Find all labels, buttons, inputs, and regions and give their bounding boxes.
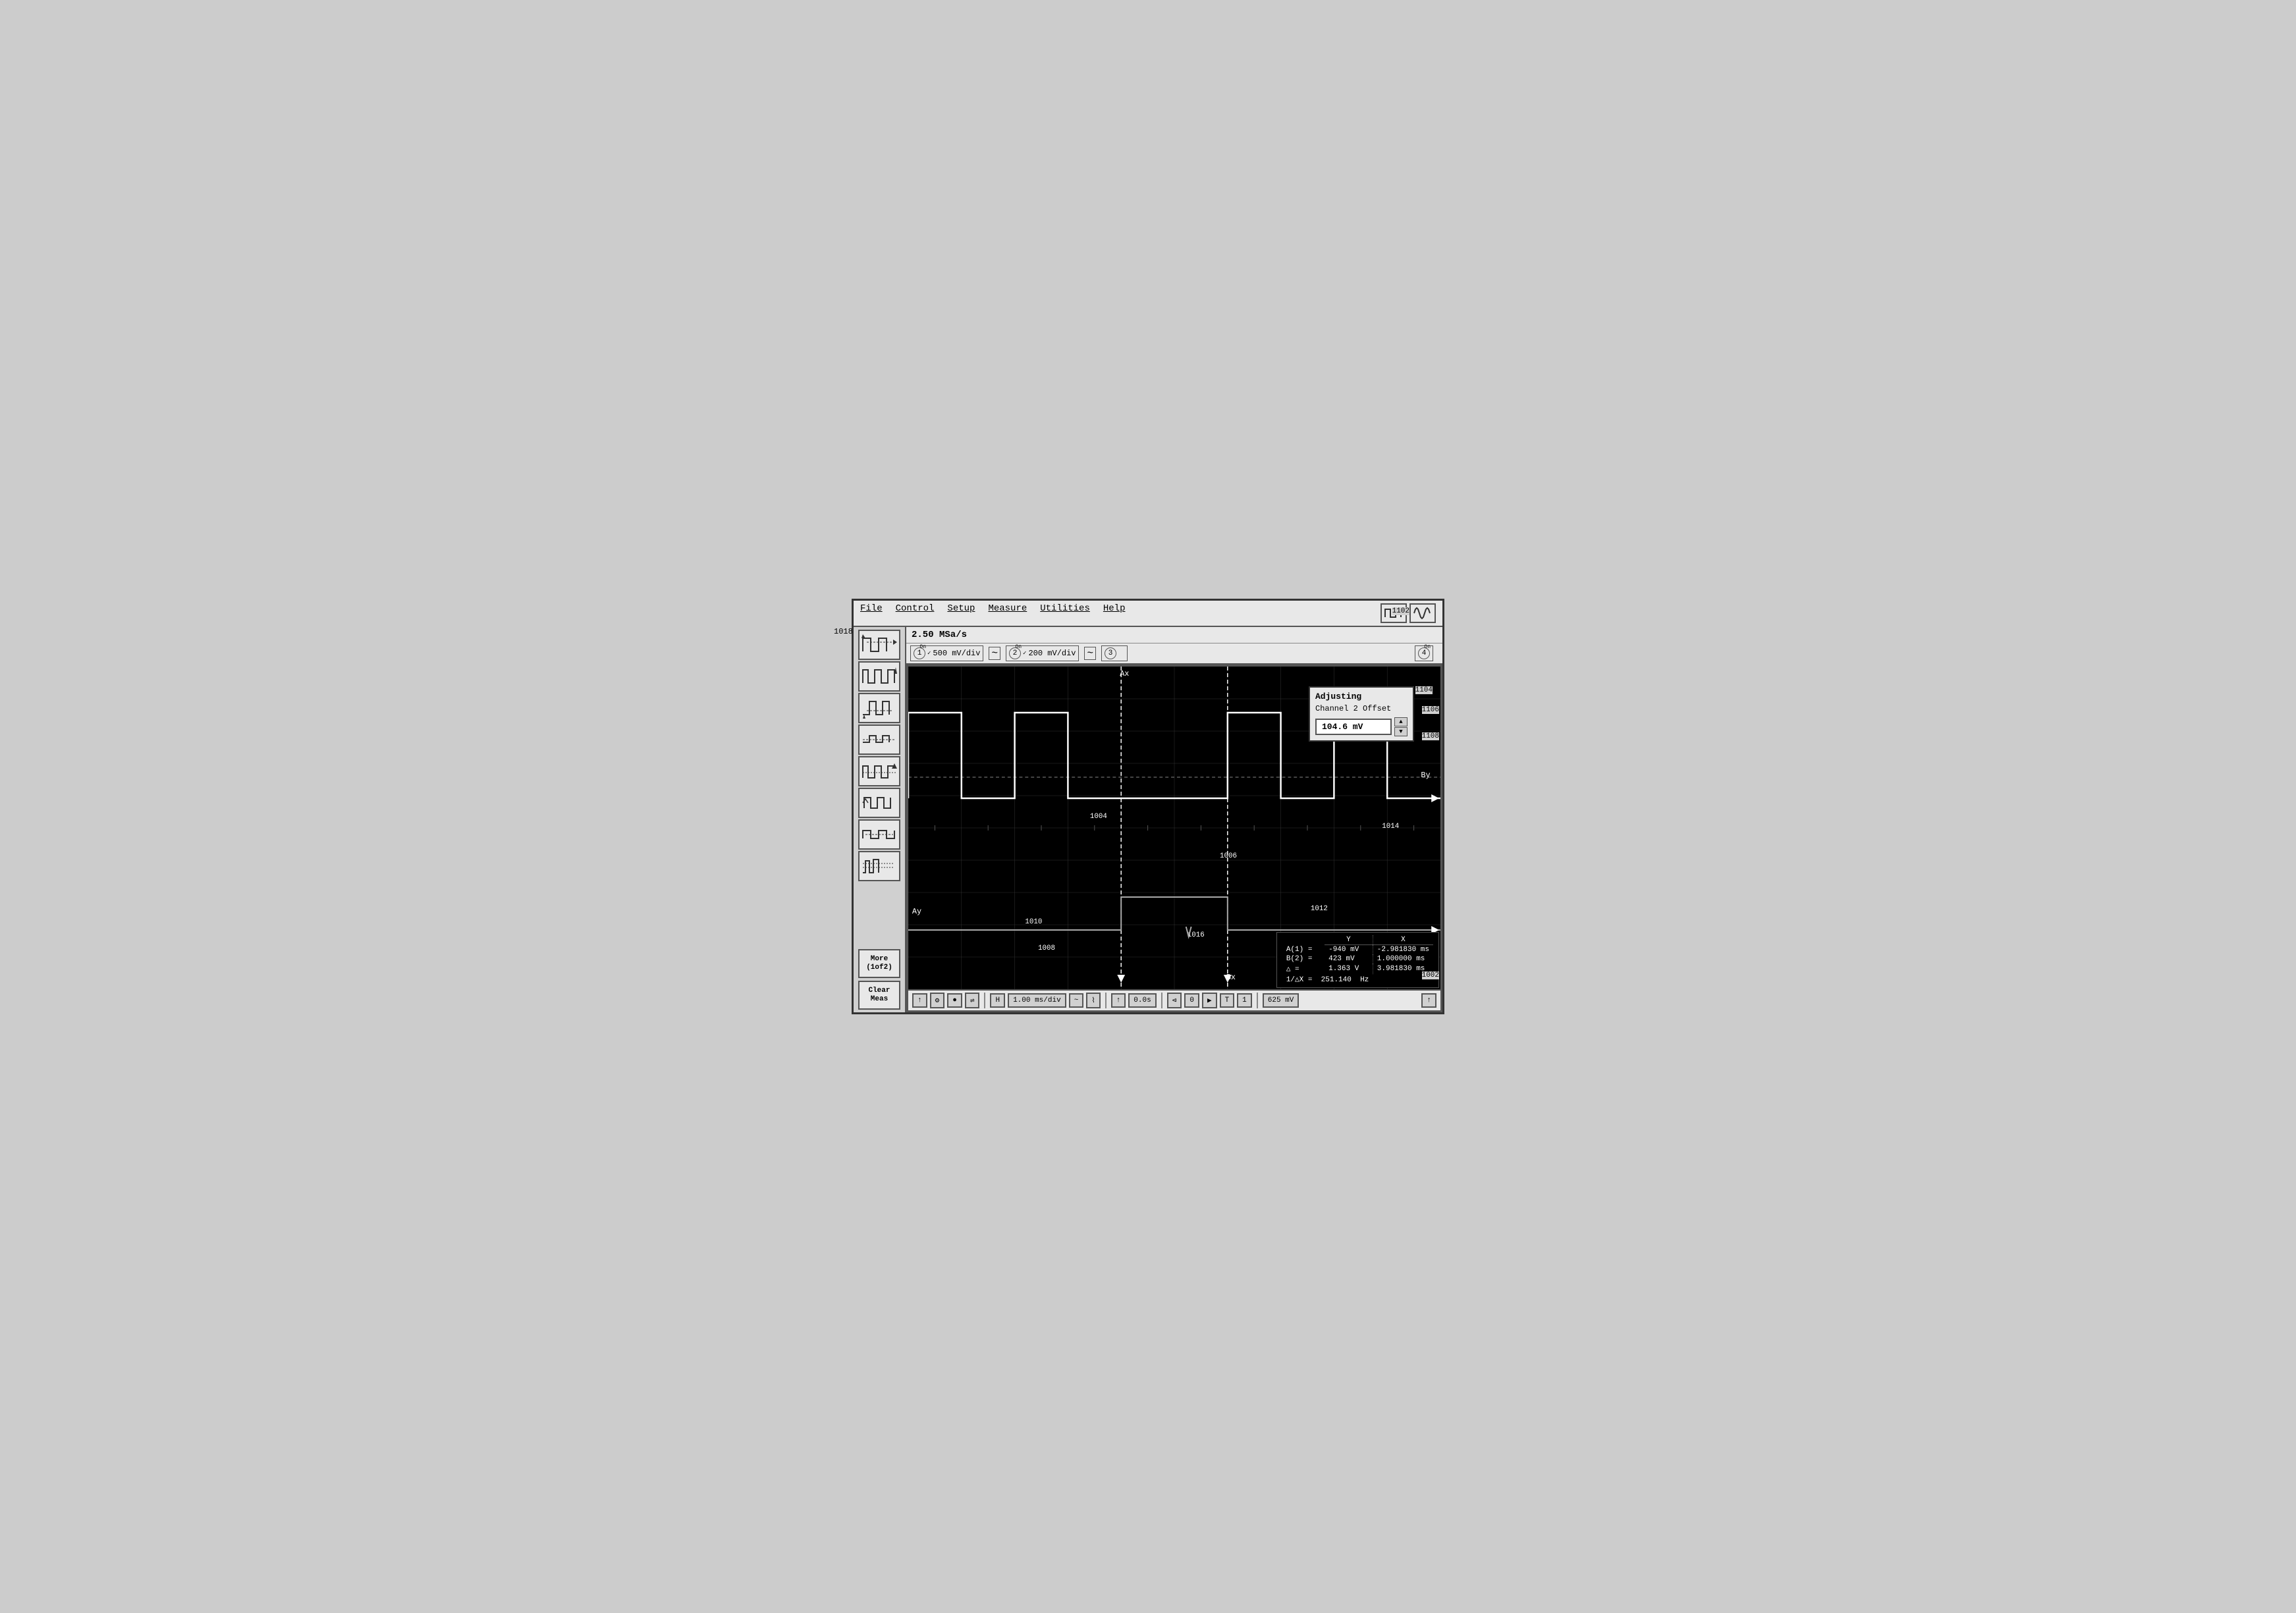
sidebar-waveform-3[interactable]	[858, 693, 900, 723]
meas-a-x: -2.981830 ms	[1373, 945, 1433, 955]
main-content: More (1of2) Clear Meas 2.50 MSa/s 1 On	[854, 627, 1442, 1012]
clear-meas-button[interactable]: Clear Meas	[858, 981, 900, 1010]
meas-table: Y X A(1) = -940 mV -2.981830 ms B(2) = 4…	[1282, 935, 1433, 985]
waveform-sine-icon[interactable]	[1409, 603, 1436, 623]
channel-bar: 1 On ✓ 500 mV/div ~ 2 On ✓ 200 mV/div	[906, 643, 1442, 665]
more-button[interactable]: More (1of2)	[858, 949, 900, 978]
sidebar-waveform-7[interactable]	[858, 819, 900, 850]
toolbar-trigger-button[interactable]: T	[1220, 993, 1235, 1008]
channel-4-control[interactable]: 4 On	[1415, 645, 1433, 661]
adjust-popup: Adjusting Channel 2 Offset 104.6 mV ▲ ▼	[1309, 686, 1414, 742]
meas-header-y: Y	[1325, 935, 1373, 945]
meas-delta-y: 1.363 V	[1325, 964, 1373, 974]
toolbar-replay-button[interactable]: ⇌	[965, 993, 980, 1008]
adjust-value-display: 104.6 mV	[1315, 719, 1392, 735]
ch2-wave-icon[interactable]: ~	[1084, 647, 1096, 660]
channel-3-num: 3	[1105, 647, 1116, 659]
svg-text:1010: 1010	[1025, 918, 1042, 926]
svg-text:1004: 1004	[1090, 813, 1107, 821]
toolbar-up-button[interactable]: ↑	[912, 993, 927, 1008]
menu-file[interactable]: File	[860, 603, 883, 623]
sidebar-waveform-1[interactable]	[858, 630, 900, 660]
channel-2-scale: 200 mV/div	[1028, 649, 1076, 658]
meas-b-label: B(2) =	[1282, 954, 1325, 964]
toolbar-record-button[interactable]: ●	[947, 993, 962, 1008]
svg-text:1006: 1006	[1220, 852, 1237, 860]
toolbar-position-value: 0.0s	[1128, 993, 1156, 1008]
channel-1-scale: 500 mV/div	[933, 649, 980, 658]
menu-help[interactable]: Help	[1103, 603, 1126, 623]
svg-text:1014: 1014	[1382, 823, 1399, 831]
channel-2-control[interactable]: 2 On ✓ 200 mV/div	[1006, 645, 1079, 661]
sample-rate-display: 2.50 MSa/s	[906, 627, 1442, 643]
sidebar-waveform-4[interactable]	[858, 724, 900, 755]
ref-1106: 1106	[1422, 706, 1439, 714]
meas-inv-label: 1/△X = 251.140 Hz	[1282, 974, 1373, 985]
toolbar-separator-3	[1161, 993, 1162, 1008]
menu-utilities[interactable]: Utilities	[1040, 603, 1090, 623]
bottom-toolbar: ↑ ⚙ ● ⇌ H 1.00 ms/div ~ ⌇ ↑ 0	[908, 989, 1440, 1010]
meas-header-x: X	[1373, 935, 1433, 945]
svg-text:1008: 1008	[1038, 944, 1055, 952]
sidebar: More (1of2) Clear Meas	[854, 627, 906, 1012]
menu-measure[interactable]: Measure	[988, 603, 1027, 623]
measurement-readout: Y X A(1) = -940 mV -2.981830 ms B(2) = 4…	[1276, 932, 1439, 988]
menu-setup[interactable]: Setup	[947, 603, 975, 623]
toolbar-trigger-1-button[interactable]: 1	[1237, 993, 1252, 1008]
adjust-popup-title: Adjusting	[1315, 692, 1408, 701]
toolbar-coupling-ac-button[interactable]: ~	[1069, 993, 1084, 1008]
ref-1102: 1102	[1392, 607, 1409, 615]
adjust-down-button[interactable]: ▼	[1394, 727, 1408, 736]
channel-3-control[interactable]: 3	[1101, 645, 1128, 661]
toolbar-separator-2	[1105, 993, 1107, 1008]
menu-control[interactable]: Control	[896, 603, 935, 623]
toolbar-zoom-in-button[interactable]: ▶	[1202, 993, 1217, 1008]
sidebar-waveform-8[interactable]	[858, 851, 900, 881]
channel-1-num: 1 On	[914, 647, 925, 659]
sidebar-waveform-2[interactable]	[858, 661, 900, 692]
scope-canvas: Ax Ay Bx By	[908, 667, 1440, 989]
svg-text:Ax: Ax	[1120, 669, 1129, 678]
menu-bar: File Control Setup Measure Utilities Hel…	[854, 601, 1442, 627]
adjust-up-button[interactable]: ▲	[1394, 717, 1408, 726]
toolbar-coupling-dc-button[interactable]: ⌇	[1086, 993, 1100, 1008]
ref-1002: 1002	[1422, 971, 1439, 979]
toolbar-right-button[interactable]: ↑	[1421, 993, 1436, 1008]
svg-text:Ay: Ay	[912, 907, 921, 916]
meas-a-y: -940 mV	[1325, 945, 1373, 955]
right-panel: 2.50 MSa/s 1 On ✓ 500 mV/div ~ 2	[906, 627, 1442, 1012]
adjust-popup-subtitle: Channel 2 Offset	[1315, 704, 1408, 713]
sidebar-waveform-5[interactable]	[858, 756, 900, 786]
sample-rate-value: 2.50 MSa/s	[912, 630, 967, 640]
sidebar-waveform-6[interactable]	[858, 788, 900, 818]
ref-1108: 1108	[1422, 732, 1439, 740]
adjust-arrows: ▲ ▼	[1394, 717, 1408, 736]
toolbar-separator-4	[1257, 993, 1258, 1008]
toolbar-timebase-h-button[interactable]: H	[990, 993, 1005, 1008]
ref-1104: 1104	[1415, 686, 1433, 694]
meas-delta-label: △ =	[1282, 964, 1325, 974]
ch1-wave-icon[interactable]: ~	[989, 647, 1000, 660]
meas-b-y: 423 mV	[1325, 954, 1373, 964]
channel-1-control[interactable]: 1 On ✓ 500 mV/div	[910, 645, 983, 661]
adjust-popup-value: 104.6 mV ▲ ▼	[1315, 717, 1408, 736]
scope-screen: Ax Ay Bx By	[906, 665, 1442, 1012]
toolbar-zero-button[interactable]: 0	[1184, 993, 1199, 1008]
toolbar-timebase-value: 1.00 ms/div	[1008, 993, 1066, 1008]
meas-a-label: A(1) =	[1282, 945, 1325, 955]
oscilloscope-frame: 1018 File Control Setup Measure Utilitie…	[852, 599, 1444, 1014]
svg-text:1012: 1012	[1311, 905, 1328, 913]
meas-b-x: 1.000000 ms	[1373, 954, 1433, 964]
toolbar-zoom-out-button[interactable]: ⊲	[1167, 993, 1182, 1008]
toolbar-position-up-button[interactable]: ↑	[1111, 993, 1126, 1008]
toolbar-offset-value: 625 mV	[1263, 993, 1299, 1008]
ref-1018: 1018	[834, 627, 853, 636]
toolbar-separator-1	[984, 993, 985, 1008]
channel-4-num: 4 On	[1418, 647, 1430, 659]
channel-2-num: 2 On	[1009, 647, 1021, 659]
toolbar-settings-button[interactable]: ⚙	[930, 993, 945, 1008]
svg-text:By: By	[1421, 771, 1430, 780]
